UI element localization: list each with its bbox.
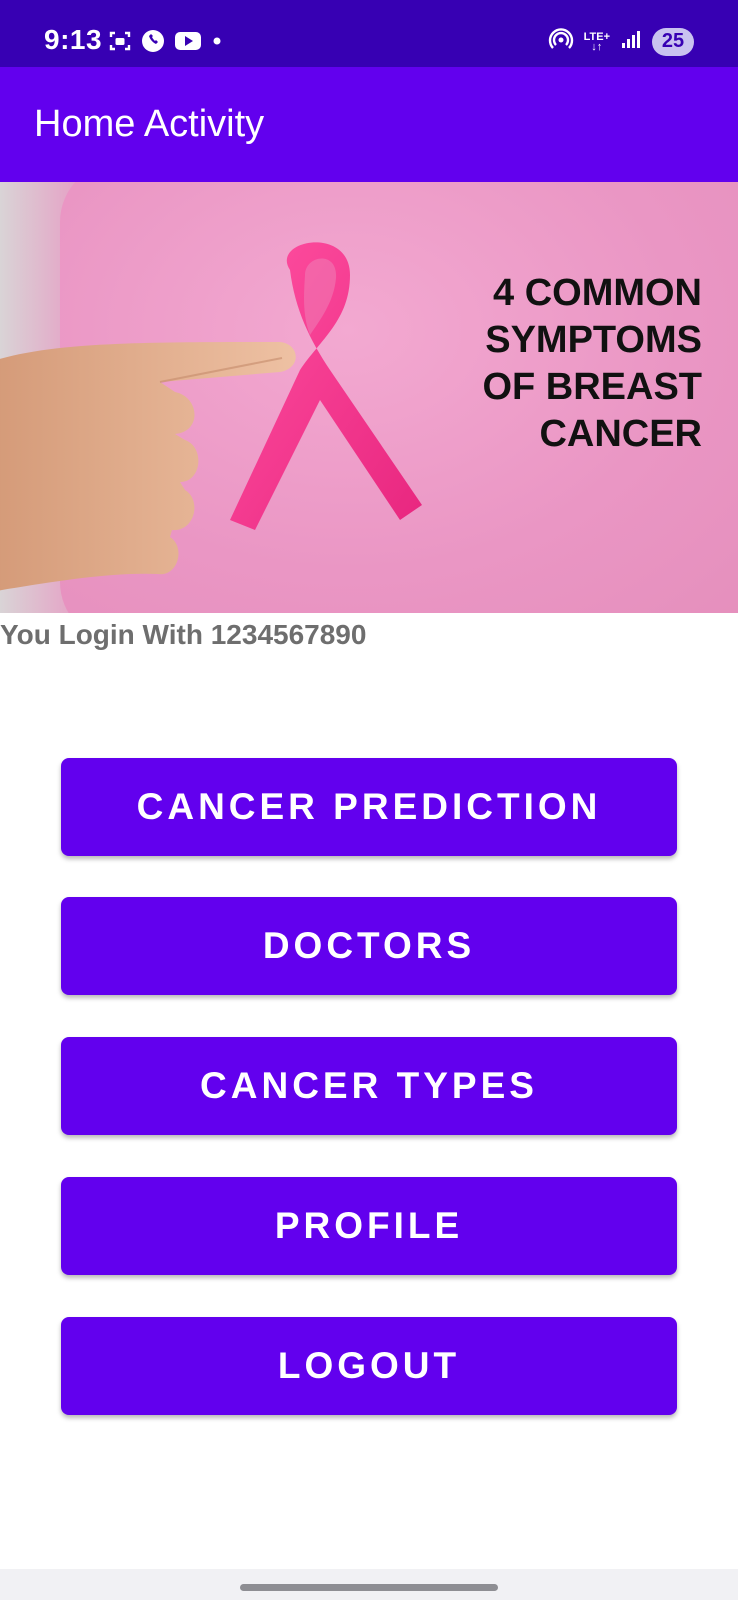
- status-time: 9:13: [44, 24, 103, 55]
- banner-image: 4 COMMON SYMPTOMS OF BREAST CANCER: [0, 182, 738, 613]
- screenshot-icon: [108, 29, 132, 58]
- hotspot-icon: [548, 26, 574, 57]
- viber-icon: [140, 28, 166, 59]
- login-info-text: You Login With 1234567890: [0, 619, 367, 650]
- battery-icon: 25: [652, 27, 694, 56]
- doctors-button[interactable]: DOCTORS: [61, 897, 677, 995]
- page-title: Home Activity: [34, 103, 265, 145]
- app-bar: Home Activity: [0, 67, 738, 182]
- banner-line: OF BREAST: [482, 366, 702, 408]
- signal-icon: [620, 28, 642, 55]
- banner-headline: 4 COMMON SYMPTOMS OF BREAST CANCER: [442, 270, 702, 458]
- profile-button[interactable]: PROFILE: [61, 1177, 677, 1275]
- status-icons-right: LTE+ ↓↑ 25: [548, 26, 694, 57]
- banner-line: CANCER: [539, 413, 702, 455]
- home-gesture-handle[interactable]: [240, 1584, 498, 1591]
- banner-line: SYMPTOMS: [485, 319, 702, 361]
- lte-data-icon: LTE+ ↓↑: [584, 31, 610, 53]
- cancer-prediction-button[interactable]: CANCER PREDICTION: [61, 758, 677, 856]
- data-arrows-icon: ↓↑: [591, 40, 603, 53]
- status-bar: 9:13 LTE+ ↓↑ 25: [0, 0, 738, 67]
- battery-level: 25: [661, 30, 685, 52]
- status-icons-left: [108, 28, 224, 59]
- hand-illustration: [0, 342, 296, 591]
- cancer-types-button[interactable]: CANCER TYPES: [61, 1037, 677, 1135]
- system-navigation-bar: [0, 1569, 738, 1600]
- logout-button[interactable]: LOGOUT: [61, 1317, 677, 1415]
- banner-line: 4 COMMON: [493, 272, 702, 314]
- dot-icon: [210, 34, 224, 53]
- youtube-icon: [174, 30, 202, 57]
